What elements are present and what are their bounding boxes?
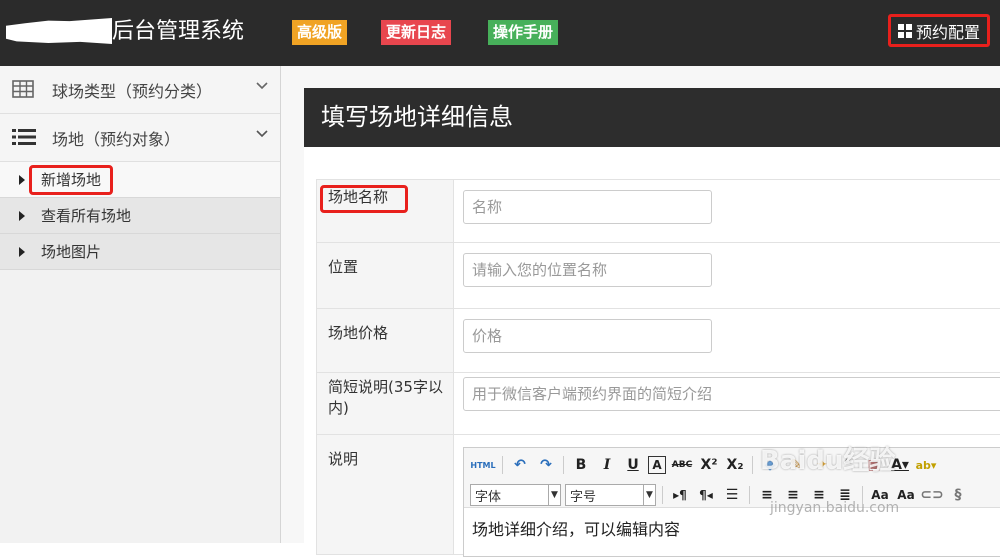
font-size-select-value: 字号: [570, 489, 597, 505]
manual-badge[interactable]: 操作手册: [488, 20, 559, 45]
app-title: 后台管理系统: [112, 19, 245, 44]
sidebar: 球场类型（预约分类） 场地（预约对象） 新增场地 查看所有场地 场地图片: [0, 66, 281, 543]
sidebar-item-label: 查看所有场地: [41, 207, 132, 225]
panel-title: 填写场地详细信息: [304, 88, 1000, 147]
sidebar-category-court-type[interactable]: 球场类型（预约分类）: [0, 66, 280, 114]
grid-icon: [897, 23, 912, 38]
sidebar-category-label: 球场类型（预约分类）: [52, 81, 213, 101]
bold-icon[interactable]: B: [570, 454, 592, 476]
redacted-logo: [6, 18, 112, 44]
rich-text-editor: HTML ↶ ↷ B I U A ABC X² X₂ ◆ ✎ ✦ ❝ ▣ A▾ …: [463, 447, 1000, 557]
strikethrough-icon[interactable]: ABC: [670, 454, 694, 476]
watermark-url: jingyan.baidu.com: [770, 500, 900, 516]
font-size-select[interactable]: 字号 ▼: [565, 484, 656, 506]
sidebar-item-add-venue[interactable]: 新增场地: [0, 162, 280, 198]
caret-right-icon: [19, 211, 25, 221]
field-label: 场地价格: [317, 309, 454, 372]
undo-icon[interactable]: ↶: [509, 454, 531, 476]
sidebar-item-label: 新增场地: [41, 171, 102, 189]
chevron-down-icon: [254, 78, 270, 98]
underline-icon[interactable]: U: [622, 454, 644, 476]
table-icon: [12, 80, 34, 102]
ltr-icon[interactable]: ▸¶: [669, 484, 691, 506]
venue-form: 场地名称 名称 位置 请输入您的位置名称 场地价格 价格 简短说明(35字以内)…: [316, 179, 1000, 557]
top-navbar: 后台管理系统 高级版 更新日志 操作手册 预约配置: [0, 0, 1000, 66]
sidebar-item-venue-images[interactable]: 场地图片: [0, 234, 280, 270]
highlight-color-icon[interactable]: ab▾: [915, 454, 937, 476]
form-row-location: 位置 请输入您的位置名称: [317, 243, 1000, 309]
font-border-icon[interactable]: A: [648, 456, 666, 474]
field-label: 场地名称: [328, 188, 389, 206]
venue-name-input[interactable]: 名称: [463, 190, 712, 224]
editor-toolbar: HTML ↶ ↷ B I U A ABC X² X₂ ◆ ✎ ✦ ❝ ▣ A▾ …: [464, 448, 1000, 508]
html-source-icon[interactable]: HTML: [470, 454, 496, 476]
caret-right-icon: [19, 175, 25, 185]
sidebar-item-label: 场地图片: [41, 243, 102, 261]
field-label: 简短说明(35字以内): [317, 373, 454, 434]
editor-content[interactable]: 场地详细介绍，可以编辑内容: [464, 508, 1000, 548]
dropdown-arrow-icon: ▼: [548, 485, 560, 505]
dropdown-arrow-icon: ▼: [643, 485, 655, 505]
unlink-icon[interactable]: §: [947, 484, 969, 506]
font-family-select[interactable]: 字体 ▼: [470, 484, 561, 506]
font-family-select-value: 字体: [475, 489, 502, 505]
field-label: 说明: [317, 435, 454, 554]
superscript-icon[interactable]: X²: [698, 454, 720, 476]
location-input[interactable]: 请输入您的位置名称: [463, 253, 712, 287]
reservation-config-label: 预约配置: [915, 22, 980, 42]
form-row-name: 场地名称 名称: [317, 180, 1000, 243]
watermark-logo: Baidu经验: [760, 446, 896, 476]
changelog-badge[interactable]: 更新日志: [381, 20, 452, 45]
short-description-input[interactable]: 用于微信客户端预约界面的简短介绍: [463, 377, 1000, 411]
link-icon[interactable]: ⊂⊃: [920, 484, 943, 506]
reservation-config-button[interactable]: 预约配置: [888, 14, 990, 47]
sidebar-category-venue[interactable]: 场地（预约对象）: [0, 114, 280, 162]
italic-icon[interactable]: I: [596, 454, 618, 476]
chevron-down-icon: [254, 126, 270, 146]
sidebar-category-label: 场地（预约对象）: [52, 129, 181, 149]
indent-icon[interactable]: ☰: [721, 484, 743, 506]
subscript-icon[interactable]: X₂: [724, 454, 746, 476]
list-icon: [12, 128, 36, 150]
price-input[interactable]: 价格: [463, 319, 712, 353]
redo-icon[interactable]: ↷: [535, 454, 557, 476]
form-row-short-desc: 简短说明(35字以内) 用于微信客户端预约界面的简短介绍: [317, 373, 1000, 435]
baidu-watermark: Baidu经验: [760, 440, 895, 477]
form-row-price: 场地价格 价格: [317, 309, 1000, 373]
caret-right-icon: [19, 247, 25, 257]
field-label: 位置: [317, 243, 454, 308]
rtl-icon[interactable]: ¶◂: [695, 484, 717, 506]
sidebar-item-view-all-venues[interactable]: 查看所有场地: [0, 198, 280, 234]
pro-edition-badge[interactable]: 高级版: [292, 20, 348, 45]
field-label-wrap: 场地名称: [317, 180, 454, 242]
form-row-description: 说明 HTML ↶ ↷ B I U A ABC X² X₂ ◆ ✎ ✦ ❝ ▣ …: [317, 435, 1000, 557]
